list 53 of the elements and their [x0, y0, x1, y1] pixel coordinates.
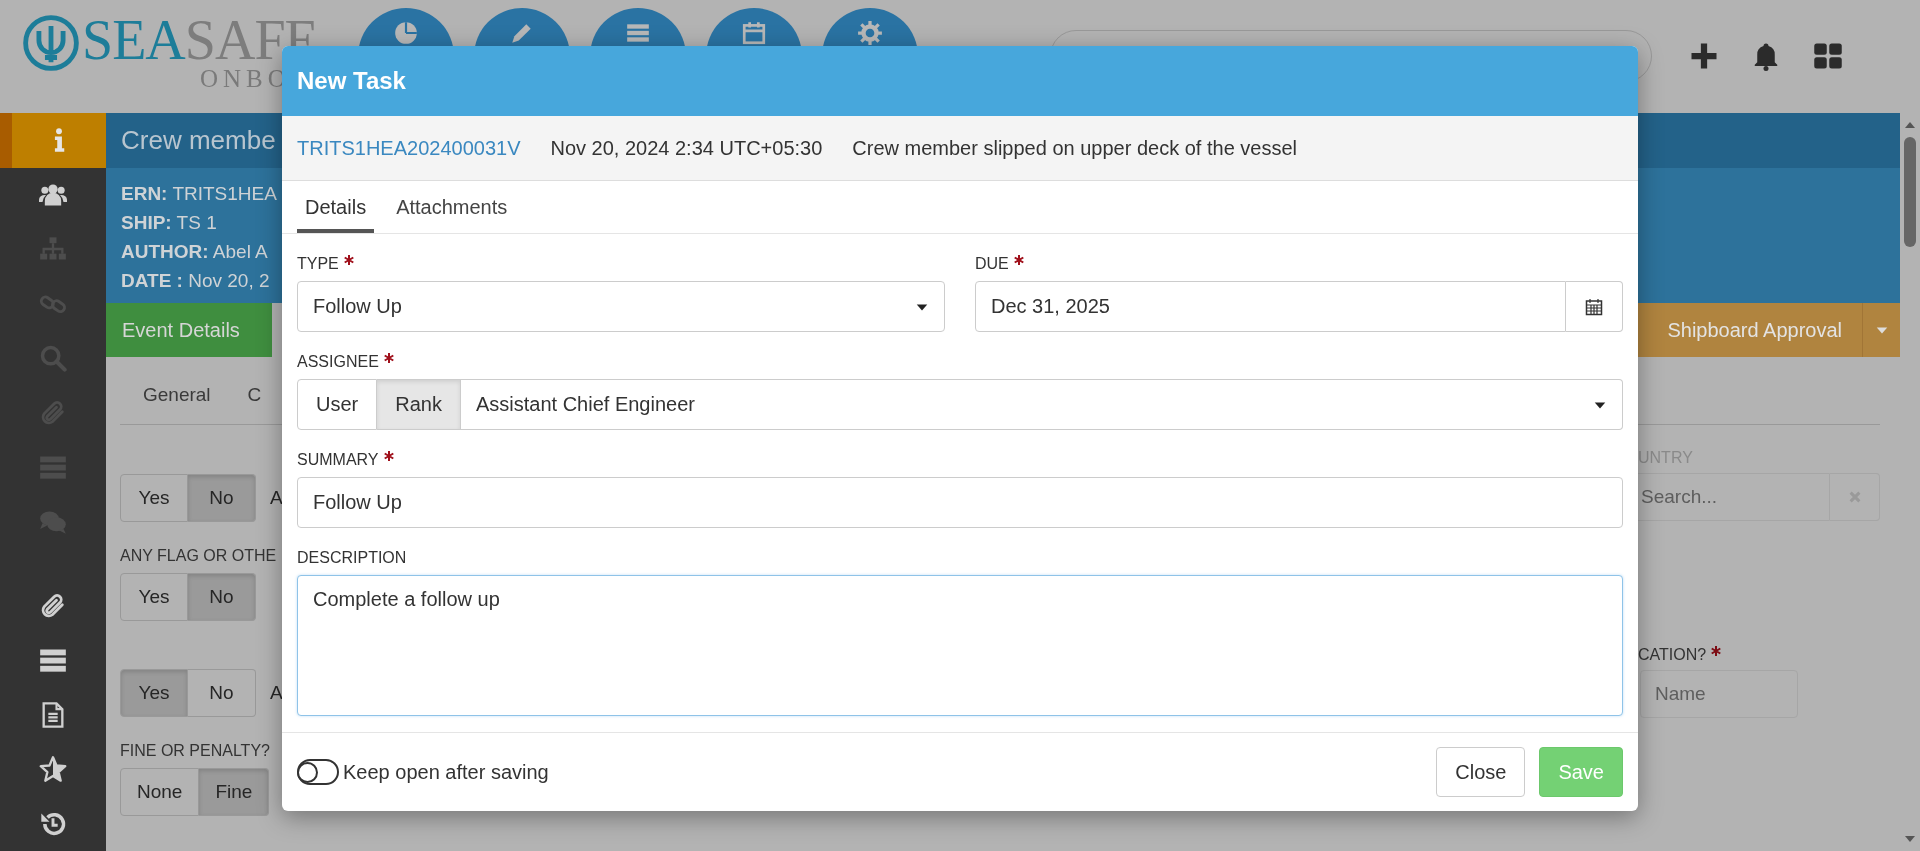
- field-label: CATION?: [1638, 645, 1707, 665]
- tab[interactable]: Attachments: [388, 196, 516, 233]
- date-field[interactable]: Dec 31, 2025: [975, 281, 1566, 332]
- assignee-dropdown[interactable]: Assistant Chief Engineer: [460, 379, 1623, 430]
- close-icon: [1847, 490, 1862, 504]
- summary-field[interactable]: Follow Up: [297, 477, 1623, 528]
- option-button[interactable]: Fine: [199, 768, 270, 816]
- close-button[interactable]: Close: [1436, 747, 1526, 797]
- assignee-mode-button[interactable]: Rank: [377, 379, 461, 430]
- toggle-switch[interactable]: [297, 759, 339, 785]
- tab[interactable]: General: [120, 384, 211, 424]
- option-button[interactable]: Yes: [120, 669, 188, 717]
- event-info-line: ERN: TRITS1HEA: [121, 182, 277, 206]
- field-label: ASSIGNEE: [297, 352, 379, 372]
- calendar-icon: [1585, 297, 1603, 316]
- search-icon: [39, 344, 67, 373]
- paperclip-icon: [39, 591, 67, 620]
- scrollbar-thumb[interactable]: [1904, 137, 1916, 247]
- option-button[interactable]: No: [188, 474, 256, 522]
- event-info-line: AUTHOR: Abel A: [121, 240, 268, 264]
- calendar-icon: [740, 20, 767, 46]
- gear-icon: [856, 20, 883, 46]
- event-reference-link[interactable]: TRITS1HEA202400031V: [297, 136, 521, 160]
- toggle-label: Keep open after saving: [343, 760, 549, 784]
- tab[interactable]: C: [224, 384, 262, 424]
- description-field[interactable]: Complete a follow up: [297, 575, 1623, 716]
- dialog-title: New Task: [282, 46, 1638, 116]
- tab[interactable]: Details: [297, 196, 375, 233]
- field-label: A: [270, 682, 283, 704]
- event-info-line: DATE : Nov 20, 2: [121, 269, 270, 293]
- option-button[interactable]: No: [188, 573, 256, 621]
- field-label: A: [270, 487, 283, 509]
- event-summary: Crew member slipped on upper deck of the vessel: [852, 136, 1297, 160]
- option-button[interactable]: No: [188, 669, 256, 717]
- option-button[interactable]: Yes: [120, 573, 188, 621]
- field-label: ANY FLAG OR OTHE: [120, 546, 278, 566]
- option-button[interactable]: None: [120, 768, 200, 816]
- calendar-button[interactable]: [1566, 281, 1623, 332]
- event-timestamp: Nov 20, 2024 2:34 UTC+05:30: [550, 136, 823, 160]
- star-icon: [39, 755, 67, 784]
- field-label: SUMMARY: [297, 450, 379, 470]
- type-dropdown[interactable]: Follow Up: [297, 281, 945, 332]
- field-label: TYPE: [297, 254, 339, 274]
- pie-chart-icon: [392, 20, 419, 46]
- paperclip-icon: [39, 398, 67, 427]
- field-label: DESCRIPTION: [297, 548, 407, 568]
- field-label: DUE: [975, 254, 1009, 274]
- event-info-line: SHIP: TS 1: [121, 211, 217, 235]
- trident-logo-icon: [22, 14, 80, 72]
- grid-icon: [1812, 41, 1843, 71]
- assignee-mode-button[interactable]: User: [297, 379, 378, 430]
- field-label: FINE OR PENALTY?: [120, 741, 271, 761]
- option-button[interactable]: Yes: [120, 474, 188, 522]
